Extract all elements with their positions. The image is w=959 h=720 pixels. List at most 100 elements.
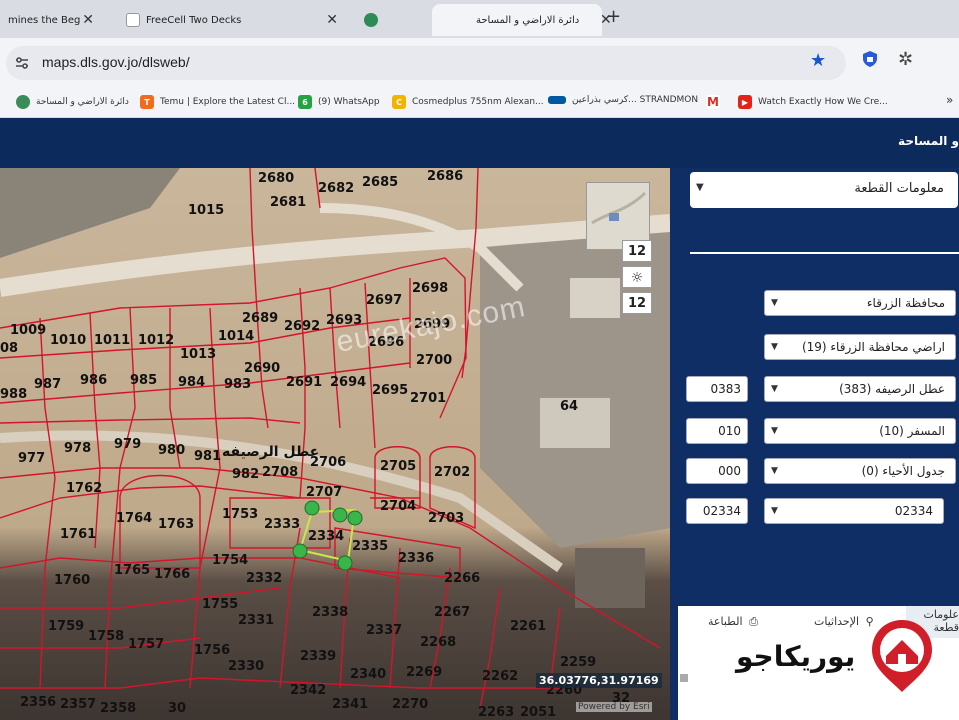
- basin-select[interactable]: ▼ المسفر (10): [764, 418, 956, 444]
- parcel-number-label[interactable]: 2331: [238, 613, 274, 628]
- parcel-number-label[interactable]: 2340: [350, 667, 386, 682]
- parcel-number-label[interactable]: 2330: [228, 659, 264, 674]
- parcel-number-label[interactable]: 2703: [428, 511, 464, 526]
- parcel-number-label[interactable]: 2689: [242, 311, 278, 326]
- parcel-number-label[interactable]: 2686: [427, 169, 463, 184]
- parcel-number-label[interactable]: 2334: [308, 529, 344, 544]
- parcel-number-label[interactable]: 1758: [88, 629, 124, 644]
- parcel-code-field[interactable]: 02334: [686, 498, 748, 524]
- parcel-number-label[interactable]: 1766: [154, 567, 190, 582]
- parcel-number-label[interactable]: 1754: [212, 553, 248, 568]
- parcel-number-label[interactable]: 2685: [362, 175, 398, 190]
- village-code-field[interactable]: 0383: [686, 376, 748, 402]
- parcel-number-label[interactable]: 2261: [510, 619, 546, 634]
- parcel-number-label[interactable]: 2682: [318, 181, 354, 196]
- bookmark-youtube[interactable]: ▶ Watch Exactly How We Cre...: [738, 95, 888, 109]
- parcel-select[interactable]: ▼ 02334: [764, 498, 944, 524]
- parcel-number-label[interactable]: 980: [158, 443, 185, 458]
- site-settings-icon[interactable]: [14, 55, 30, 71]
- tab-mines[interactable]: mines the Beginn... ✕: [0, 4, 104, 36]
- parcel-number-label[interactable]: 2269: [406, 665, 442, 680]
- parcel-number-label[interactable]: 1761: [60, 527, 96, 542]
- parcel-number-label[interactable]: 2338: [312, 605, 348, 620]
- parcel-number-label[interactable]: 2681: [270, 195, 306, 210]
- parcel-number-label[interactable]: 2691: [286, 375, 322, 390]
- parcel-number-label[interactable]: 2680: [258, 171, 294, 186]
- parcel-number-label[interactable]: 2270: [392, 697, 428, 712]
- parcel-number-label[interactable]: 2333: [264, 517, 300, 532]
- parcel-number-label[interactable]: 2266: [444, 571, 480, 586]
- parcel-number-label[interactable]: 2339: [300, 649, 336, 664]
- scrollbar-thumb[interactable]: [680, 674, 688, 682]
- map-view[interactable]: 2680 2682 2685 2686 2681 1015 2698 2697 2699 2689…: [0, 168, 670, 720]
- parcel-number-label[interactable]: 2263: [478, 705, 514, 720]
- bookmark-star-icon[interactable]: ★: [810, 50, 826, 71]
- parcel-number-label[interactable]: 1765: [114, 563, 150, 578]
- tab-dls-small[interactable]: [356, 4, 426, 36]
- parcel-number-label[interactable]: 2692: [284, 319, 320, 334]
- bookmark-dls[interactable]: دائرة الاراضي و المساحة: [16, 95, 129, 109]
- parcel-number-label[interactable]: 1753: [222, 507, 258, 522]
- tab-dls[interactable]: ✕ دائرة الاراضي و المساحة: [432, 4, 612, 36]
- brightness-icon[interactable]: ☼: [622, 266, 652, 288]
- tab-coordinates[interactable]: الإحداثيات ⚲: [814, 615, 874, 628]
- parcel-number-label[interactable]: 2700: [416, 353, 452, 368]
- parcel-number-label[interactable]: 2268: [420, 635, 456, 650]
- parcel-number-label[interactable]: 1011: [94, 333, 130, 348]
- tab-freecell[interactable]: FreeCell Two Decks ✕: [118, 4, 348, 36]
- extensions-icon[interactable]: ✲: [898, 49, 913, 70]
- parcel-number-label[interactable]: 2051: [520, 705, 556, 720]
- close-icon[interactable]: ✕: [326, 12, 338, 28]
- neighborhood-select[interactable]: ▼ جدول الأحياء (0): [764, 458, 956, 484]
- parcel-number-label[interactable]: 2695: [372, 383, 408, 398]
- parcel-number-label[interactable]: 2694: [330, 375, 366, 390]
- parcel-number-label[interactable]: 986: [80, 373, 107, 388]
- parcel-number-label[interactable]: 1760: [54, 573, 90, 588]
- more-bookmarks-icon[interactable]: »: [946, 93, 953, 107]
- parcel-number-label[interactable]: 64: [560, 399, 578, 414]
- bookmark-ikea[interactable]: كرسي بذراعين... STRANDMON: [548, 95, 698, 105]
- parcel-number-label[interactable]: 2701: [410, 391, 446, 406]
- neighborhood-code-field[interactable]: 000: [686, 458, 748, 484]
- parcel-number-label[interactable]: 1009: [10, 323, 46, 338]
- parcel-number-label[interactable]: 2262: [482, 669, 518, 684]
- parcel-number-label[interactable]: 978: [64, 441, 91, 456]
- parcel-number-label[interactable]: 981: [194, 449, 221, 464]
- url-text[interactable]: maps.dls.gov.jo/dlsweb/: [42, 54, 190, 70]
- parcel-number-label[interactable]: 1012: [138, 333, 174, 348]
- parcel-number-label[interactable]: 1010: [50, 333, 86, 348]
- parcel-number-label[interactable]: 987: [34, 377, 61, 392]
- governorate-select[interactable]: ▼ محافظة الزرقاء: [764, 290, 956, 316]
- parcel-number-label[interactable]: 2702: [434, 465, 470, 480]
- parcel-number-label[interactable]: 2337: [366, 623, 402, 638]
- parcel-number-label[interactable]: 2332: [246, 571, 282, 586]
- parcel-number-label[interactable]: 2705: [380, 459, 416, 474]
- parcel-number-label[interactable]: 2358: [100, 701, 136, 716]
- parcel-number-label[interactable]: 2690: [244, 361, 280, 376]
- zoom-level-top[interactable]: 12: [622, 240, 652, 262]
- parcel-number-label[interactable]: 1756: [194, 643, 230, 658]
- directorate-select[interactable]: ▼ اراضي محافظة الزرقاء (19): [764, 334, 956, 360]
- parcel-number-label[interactable]: 2341: [332, 697, 368, 712]
- parcel-number-label[interactable]: 979: [114, 437, 141, 452]
- parcel-number-label[interactable]: 1014: [218, 329, 254, 344]
- parcel-number-label[interactable]: 2356: [20, 695, 56, 710]
- basin-code-field[interactable]: 010: [686, 418, 748, 444]
- parcel-number-label[interactable]: 1013: [180, 347, 216, 362]
- parcel-number-label[interactable]: 08: [0, 341, 18, 356]
- bookmark-temu[interactable]: T Temu | Explore the Latest Cl...: [140, 95, 295, 109]
- zoom-level-bottom[interactable]: 12: [622, 292, 652, 314]
- parcel-number-label[interactable]: 1755: [202, 597, 238, 612]
- parcel-number-label[interactable]: 2335: [352, 539, 388, 554]
- bookmark-whatsapp[interactable]: 6 (9) WhatsApp: [298, 95, 380, 109]
- omnibox[interactable]: maps.dls.gov.jo/dlsweb/: [6, 46, 846, 80]
- map-canvas[interactable]: 26802682 2685 2686268110152698269726992689…: [0, 168, 670, 720]
- parcel-info-header[interactable]: ▼ معلومات القطعة: [690, 172, 958, 208]
- parcel-number-label[interactable]: 2704: [380, 499, 416, 514]
- parcel-number-label[interactable]: 2707: [306, 485, 342, 500]
- parcel-number-label[interactable]: 2336: [398, 551, 434, 566]
- parcel-number-label[interactable]: 982: [232, 467, 259, 482]
- parcel-number-label[interactable]: 2697: [366, 293, 402, 308]
- parcel-number-label[interactable]: 1015: [188, 203, 224, 218]
- parcel-number-label[interactable]: 2698: [412, 281, 448, 296]
